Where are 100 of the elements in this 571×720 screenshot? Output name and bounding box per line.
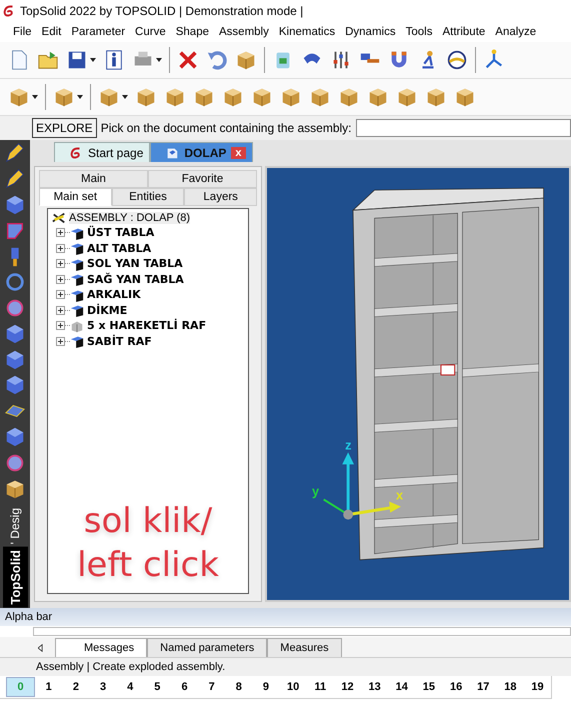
caret-icon[interactable] [90,58,96,62]
menu-item[interactable]: Tools [406,26,432,38]
menu-item[interactable]: Assembly [219,26,269,38]
expand-icon[interactable] [56,228,65,238]
tree-item[interactable]: ARKALIK [87,288,141,302]
box-icon[interactable] [454,86,476,108]
menu-item[interactable]: Analyze [495,26,536,38]
box-icon[interactable] [280,86,302,108]
explore-button[interactable]: EXPLORE [32,118,97,138]
panel-tab[interactable]: Main set [39,188,112,206]
box-icon[interactable] [193,86,215,108]
menu-item[interactable]: File [13,26,32,38]
expand-icon[interactable] [56,244,65,253]
cube-icon[interactable] [4,374,26,396]
gauge-icon[interactable] [446,49,468,71]
delete-icon[interactable] [177,49,199,71]
expand-icon[interactable] [56,306,65,315]
tree-item[interactable]: SOL YAN TABLA [87,257,183,270]
panel-tab[interactable]: Entities [112,188,184,206]
layer-button[interactable]: 16 [442,678,470,696]
layer-button[interactable]: 12 [334,678,362,696]
tree-root[interactable]: ASSEMBLY : DOLAP (8) [69,212,190,224]
layer-button[interactable]: 19 [524,678,552,696]
box-icon[interactable] [164,86,186,108]
box-icon[interactable] [367,86,389,108]
undo-icon[interactable] [206,49,228,71]
box-icon[interactable] [251,86,273,108]
tree-item[interactable]: ALT TABLA [87,242,152,255]
box-icon[interactable] [396,86,418,108]
box-icon[interactable] [135,86,157,108]
pencil-icon[interactable] [4,142,26,164]
caret-icon[interactable] [156,58,162,62]
annotation-text: left click [77,544,219,587]
tree-item[interactable]: 5 x HAREKETLİ RAF [87,319,206,332]
box-icon[interactable] [309,86,331,108]
box-icon[interactable] [338,86,360,108]
layer-button[interactable]: 17 [470,678,497,696]
alpha-input-field[interactable] [33,627,571,636]
branch-icon[interactable] [483,49,505,71]
panel-tab[interactable]: Main [39,170,148,188]
layer-button[interactable]: 14 [388,678,416,696]
folder-icon[interactable] [37,49,59,71]
box-icon[interactable] [8,86,30,108]
part-icon [70,256,84,271]
tree-item[interactable]: ÜST TABLA [87,226,154,240]
tree-item[interactable]: SAĞ YAN TABLA [87,272,184,286]
layer-button[interactable]: 1 [35,678,62,696]
menu-item[interactable]: Edit [42,26,62,38]
scroll-left-icon[interactable] [38,644,43,652]
expand-icon[interactable] [56,259,65,268]
box-icon[interactable] [53,86,75,108]
message-tab[interactable]: Messages [55,638,148,657]
layer-button[interactable]: 9 [252,678,280,696]
layer-button[interactable]: 13 [361,678,388,696]
caret-icon[interactable] [77,95,83,99]
caret-icon[interactable] [122,95,128,99]
info-icon[interactable] [103,49,125,71]
menu-item[interactable]: Dynamics [345,26,396,38]
layer-button[interactable]: 7 [198,678,226,696]
message-tab[interactable]: Named parameters [147,638,268,657]
panel-tab[interactable]: Layers [184,188,258,206]
layer-button[interactable]: 10 [280,678,307,696]
close-button[interactable]: x [231,146,246,158]
menu-item[interactable]: Kinematics [278,26,336,38]
expand-icon[interactable] [56,274,65,284]
menu-item[interactable]: Attribute [442,26,486,38]
mode-label: ' Desig [7,506,23,546]
expand-icon[interactable] [56,321,65,330]
layer-button[interactable]: 6 [170,678,198,696]
tree-item[interactable]: DİKME [87,304,128,317]
menu-item[interactable]: Parameter [71,26,126,38]
document-tab[interactable]: DOLAP x [150,142,252,162]
box-icon[interactable] [425,86,447,108]
layer-button[interactable]: 8 [225,678,252,696]
expand-icon[interactable] [56,336,65,346]
expand-icon[interactable] [56,290,65,300]
panel-tab[interactable]: Favorite [148,170,257,188]
part-icon [70,334,84,348]
box-icon[interactable] [98,86,120,108]
pencil-icon[interactable] [4,168,26,190]
cube-icon[interactable] [4,348,26,371]
menu-item[interactable]: Shape [176,26,209,38]
document-tab[interactable]: Start page [54,142,150,162]
layer-button[interactable]: 15 [415,678,442,696]
caret-icon[interactable] [32,95,38,99]
menu-item[interactable]: Curve [135,26,166,38]
ring-icon[interactable] [4,271,26,294]
layer-button[interactable]: 18 [496,678,524,696]
layer-button[interactable]: 3 [89,678,117,696]
command-input-field[interactable] [356,119,571,137]
tree-item[interactable]: SABİT RAF [87,334,152,348]
layer-button[interactable]: 11 [306,678,334,696]
toolbox-icon[interactable] [235,49,257,71]
message-tab[interactable]: Measures [267,638,342,657]
cube-icon[interactable] [4,426,26,448]
layer-button[interactable]: 5 [144,678,171,696]
cube-icon[interactable] [4,194,26,216]
layer-button[interactable]: 4 [116,678,144,696]
layer-button[interactable]: 2 [62,678,90,696]
box-icon[interactable] [222,86,244,108]
